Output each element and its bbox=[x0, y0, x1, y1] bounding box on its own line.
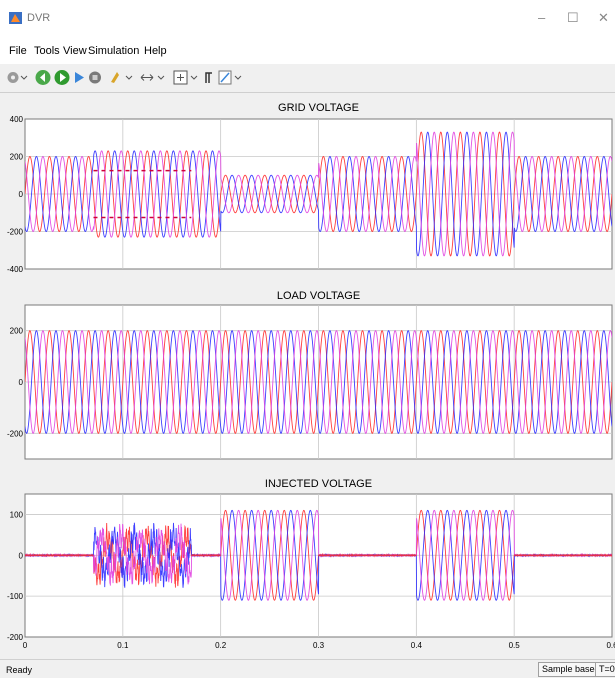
menu-bar: File Tools View Simulation Help bbox=[0, 38, 615, 64]
status-bar: Ready Sample based T=0.60 bbox=[0, 659, 615, 678]
toolbar bbox=[0, 64, 615, 93]
axes-title: INJECTED VOLTAGE bbox=[265, 478, 372, 490]
menu-simulation[interactable]: Simulation bbox=[88, 45, 139, 57]
x-tick-label: 0.4 bbox=[411, 641, 423, 650]
y-tick-label: 200 bbox=[10, 153, 24, 162]
y-tick-label: -200 bbox=[7, 633, 24, 642]
axes-title: LOAD VOLTAGE bbox=[277, 290, 360, 302]
menu-file[interactable]: File bbox=[9, 45, 27, 57]
simulink-app-icon bbox=[9, 12, 22, 24]
y-tick-label: 200 bbox=[10, 327, 24, 336]
x-tick-label: 0.6 bbox=[606, 641, 615, 650]
y-tick-label: -400 bbox=[7, 265, 24, 274]
y-tick-label: 0 bbox=[19, 378, 24, 387]
autoscale-icon[interactable] bbox=[172, 69, 200, 86]
x-tick-label: 0.2 bbox=[215, 641, 227, 650]
y-tick-label: -200 bbox=[7, 429, 24, 438]
y-tick-label: 0 bbox=[19, 551, 24, 560]
menu-tools[interactable]: Tools bbox=[34, 45, 60, 57]
trigger-icon[interactable] bbox=[203, 69, 215, 86]
close-button[interactable]: ✕ bbox=[598, 10, 609, 26]
y-tick-label: -100 bbox=[7, 592, 24, 601]
scope-axes-1: GRID VOLTAGE 400 200 0 -200 -400 bbox=[7, 102, 613, 274]
title-bar: DVR – ☐ ✕ bbox=[0, 0, 615, 38]
sample-mode-indicator: Sample based bbox=[538, 662, 604, 677]
scope-plot-area: GRID VOLTAGE4002000-200-400LOAD VOLTAGE2… bbox=[0, 93, 615, 659]
step-forward-icon[interactable] bbox=[72, 69, 86, 86]
y-tick-label: 0 bbox=[19, 190, 24, 199]
zoom-icon[interactable] bbox=[139, 69, 167, 86]
x-tick-label: 0.1 bbox=[117, 641, 129, 650]
window-title: DVR bbox=[27, 12, 51, 24]
status-text: Ready bbox=[6, 665, 33, 675]
x-tick-label: 0 bbox=[23, 641, 28, 650]
y-tick-label: 400 bbox=[10, 115, 24, 124]
axes-title: GRID VOLTAGE bbox=[278, 102, 359, 114]
stop-icon[interactable] bbox=[88, 69, 102, 86]
scope-axes-3: INJECTED VOLTAGE1000-100-2000 0.1 0.2 0.3 0.… bbox=[7, 478, 615, 650]
style-icon[interactable] bbox=[217, 69, 243, 86]
highlight-icon[interactable] bbox=[108, 69, 134, 86]
x-tick-label: 0.5 bbox=[509, 641, 521, 650]
minimize-button[interactable]: – bbox=[538, 10, 545, 25]
y-tick-label: 100 bbox=[10, 510, 24, 519]
menu-help[interactable]: Help bbox=[144, 45, 167, 57]
settings-icon[interactable] bbox=[6, 69, 28, 86]
step-back-icon[interactable] bbox=[34, 69, 52, 86]
run-icon[interactable] bbox=[53, 69, 71, 86]
scope-axes-2: LOAD VOLTAGE 200 0 -200 bbox=[7, 290, 613, 460]
simulation-time-indicator: T=0.60 bbox=[595, 662, 615, 677]
maximize-button[interactable]: ☐ bbox=[567, 10, 579, 26]
x-tick-label: 0.3 bbox=[313, 641, 325, 650]
y-tick-label: -200 bbox=[7, 228, 24, 237]
menu-view[interactable]: View bbox=[63, 45, 87, 57]
